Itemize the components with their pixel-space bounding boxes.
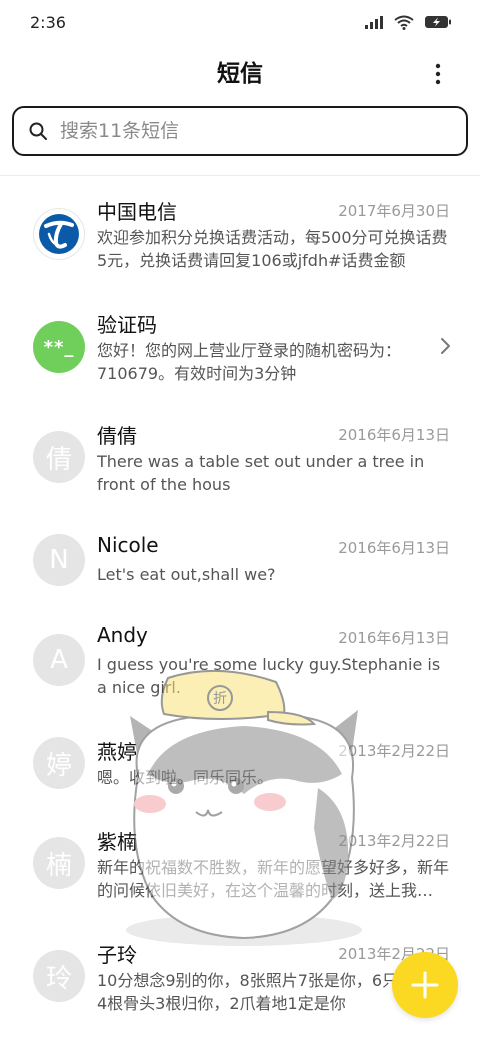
status-icons (364, 15, 452, 30)
signal-icon (365, 16, 383, 29)
contact-name: 倩倩 (97, 424, 137, 448)
message-date: 2017年6月30日 (338, 202, 450, 220)
avatar: A (33, 634, 85, 686)
new-message-button[interactable] (392, 952, 458, 1018)
search-icon (29, 122, 47, 140)
avatar: 玲 (33, 950, 85, 1002)
avatar-text: **_ (43, 336, 75, 358)
avatar: N (33, 534, 85, 586)
contact-name: Andy (97, 623, 148, 647)
plus-icon (411, 971, 439, 999)
message-preview: I guess you're some lucky guy.Stephanie … (97, 655, 441, 697)
contact-name: 燕婷 (97, 740, 137, 764)
conversation-item[interactable]: 倩 倩倩 2016年6月13日 There was a table set ou… (0, 402, 480, 512)
contact-name: 子玲 (97, 943, 137, 967)
contact-name: 紫楠 (97, 830, 137, 854)
conversation-item[interactable]: **_ 验证码 您好！您的网上营业厅登录的随机密码为：710679。有效时间为3… (0, 289, 480, 399)
avatar: 婷 (33, 737, 85, 789)
message-preview: 新年的祝福数不胜数，新年的愿望好多好多，新年的问候依旧美好，在这个温馨的时刻，送… (97, 858, 449, 900)
message-preview: 嗯。收到啦。同乐同乐。 (97, 768, 274, 787)
status-bar: 2:36 (0, 0, 480, 44)
china-telecom-logo-avatar (33, 208, 85, 260)
contact-name: 验证码 (97, 313, 157, 337)
contact-name: 中国电信 (97, 200, 177, 224)
message-preview: There was a table set out under a tree i… (97, 452, 425, 494)
wifi-icon (394, 15, 414, 30)
avatar: 楠 (33, 837, 85, 889)
chevron-right-icon[interactable] (438, 336, 452, 356)
conversation-item[interactable]: 中国电信 2017年6月30日 欢迎参加积分兑换话费活动，每500分可兑换话费5… (0, 176, 480, 286)
status-time: 2:36 (30, 12, 66, 32)
page-title: 短信 (217, 61, 263, 87)
avatar: 倩 (33, 431, 85, 483)
message-preview: Let's eat out,shall we? (97, 565, 276, 584)
search-box[interactable] (12, 106, 468, 156)
contact-name: Nicole (97, 533, 159, 557)
message-date: 2016年6月13日 (338, 426, 450, 444)
more-vert-icon (435, 63, 441, 85)
search-input[interactable] (60, 120, 440, 142)
message-date: 2013年2月22日 (338, 832, 450, 850)
battery-charging-icon (425, 16, 451, 28)
message-preview: 欢迎参加积分兑换话费活动，每500分可兑换话费5元，兑换话费请回复106或jfd… (97, 228, 448, 270)
conversation-item[interactable]: A Andy 2016年6月13日 I guess you're some lu… (0, 605, 480, 715)
verification-code-avatar: **_ (33, 321, 85, 373)
message-date: 2016年6月13日 (338, 629, 450, 647)
conversation-item[interactable]: 楠 紫楠 2013年2月22日 新年的祝福数不胜数，新年的愿望好多好多，新年的问… (0, 808, 480, 918)
china-telecom-logo-icon (39, 214, 79, 254)
message-date: 2016年6月13日 (338, 539, 450, 557)
app-header: 短信 (0, 44, 480, 98)
more-options-button[interactable] (418, 54, 458, 94)
message-date: 2013年2月22日 (338, 742, 450, 760)
message-preview: 您好！您的网上营业厅登录的随机密码为：710679。有效时间为3分钟 (97, 341, 402, 383)
